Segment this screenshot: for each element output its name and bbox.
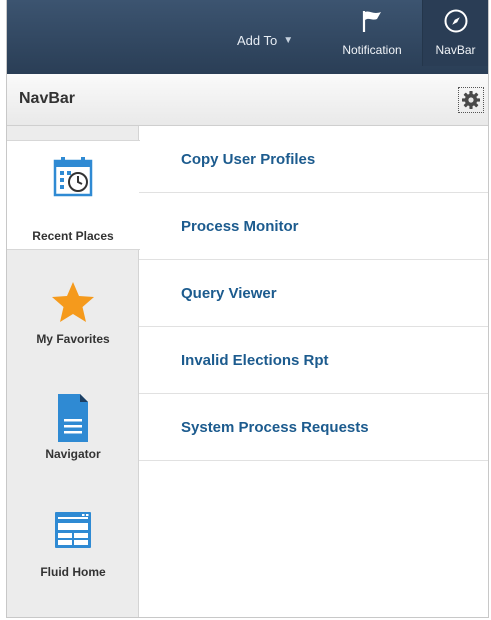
add-to-label: Add To: [237, 33, 278, 48]
list-item-link[interactable]: Invalid Elections Rpt: [181, 352, 329, 369]
navbar-label: NavBar: [435, 43, 476, 57]
star-icon: [52, 282, 94, 322]
rail-label-navigator: Navigator: [45, 447, 101, 461]
chevron-down-icon: ▼: [283, 35, 294, 46]
rail-label-my-favorites: My Favorites: [36, 332, 110, 346]
rail-tile-navigator[interactable]: Navigator: [7, 378, 139, 488]
list-item[interactable]: Invalid Elections Rpt: [139, 327, 488, 394]
list-item[interactable]: Query Viewer: [139, 260, 488, 327]
add-to-menu[interactable]: Add To ▼: [237, 33, 293, 48]
panel-title-bar: NavBar: [7, 74, 488, 126]
list-item-link[interactable]: Process Monitor: [181, 218, 299, 235]
gear-icon: [462, 91, 480, 109]
navbar-button[interactable]: NavBar: [422, 0, 488, 66]
top-banner: Add To ▼ Notification NavBar: [7, 0, 488, 74]
list-item-link[interactable]: Query Viewer: [181, 285, 277, 302]
rail-label-fluid-home: Fluid Home: [40, 565, 106, 579]
document-icon: [58, 394, 88, 442]
list-item-link[interactable]: Copy User Profiles: [181, 151, 315, 168]
notification-button[interactable]: Notification: [335, 8, 409, 57]
rail-label-recent-places: Recent Places: [32, 229, 114, 243]
recent-places-list: Copy User Profiles Process Monitor Query…: [139, 126, 488, 461]
calendar-clock-icon: [53, 157, 93, 197]
navbar-window: Add To ▼ Notification NavBar NavBar Rece…: [6, 0, 489, 618]
flag-icon: [362, 11, 381, 32]
compass-icon: [444, 9, 467, 33]
rail-tile-fluid-home[interactable]: Fluid Home: [7, 496, 139, 606]
rail-tile-my-favorites[interactable]: My Favorites: [7, 262, 139, 372]
list-item-link[interactable]: System Process Requests: [181, 419, 369, 436]
home-grid-icon: [55, 512, 91, 548]
rail-tile-recent-places[interactable]: Recent Places: [7, 140, 140, 250]
list-item[interactable]: Copy User Profiles: [139, 126, 488, 193]
settings-button[interactable]: [458, 87, 484, 113]
list-item[interactable]: Process Monitor: [139, 193, 488, 260]
panel-title: NavBar: [19, 90, 76, 107]
navbar-left-rail: Recent Places My Favorites Navigator Flu…: [7, 126, 140, 617]
notification-label: Notification: [342, 43, 402, 57]
list-item[interactable]: System Process Requests: [139, 394, 488, 461]
